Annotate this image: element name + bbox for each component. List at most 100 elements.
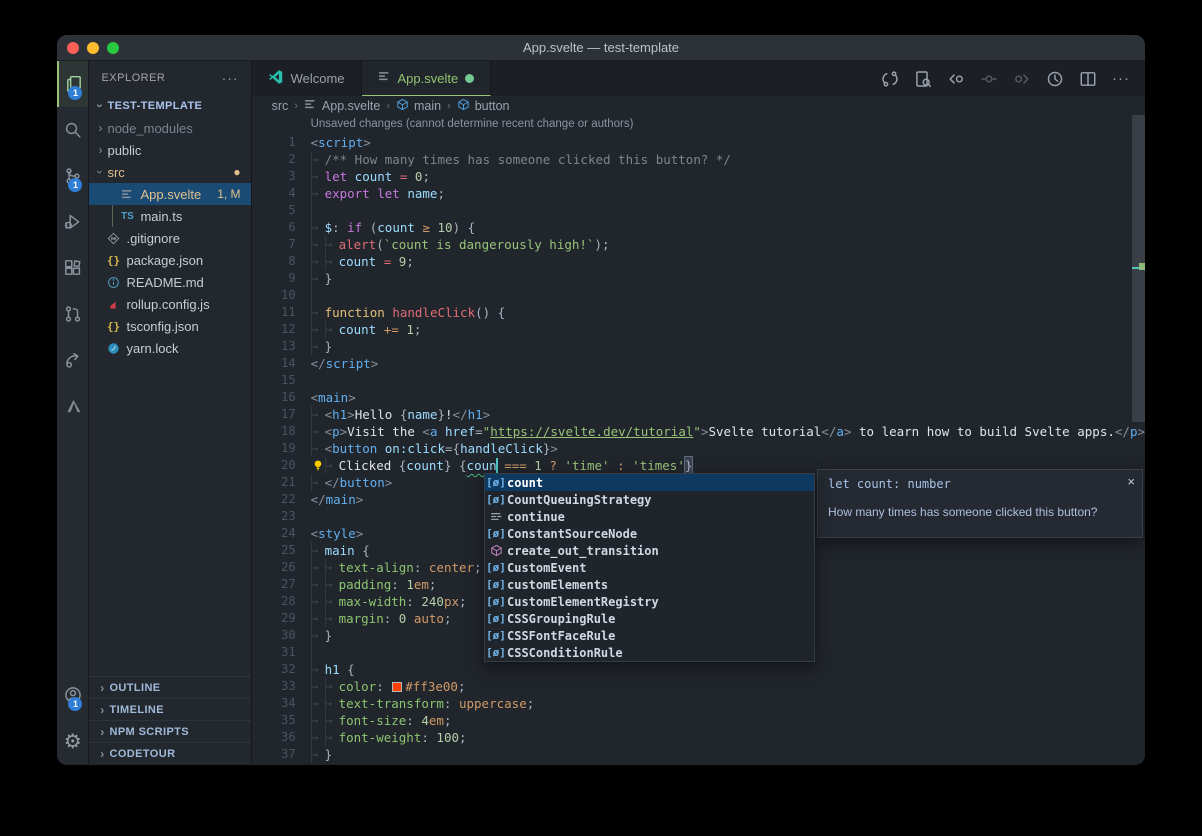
code-line-12[interactable]: 12→→count += 1;	[252, 321, 1145, 338]
code-line-6[interactable]: 6→$: if (count ≥ 10) {	[252, 219, 1145, 236]
suggestion-item-create_out_transition[interactable]: create_out_transition	[485, 542, 814, 559]
suggestion-item-CustomEvent[interactable]: [ø]CustomEvent	[485, 559, 814, 576]
file-row-README.md[interactable]: README.md	[89, 271, 250, 293]
css-color-swatch[interactable]	[392, 682, 402, 692]
activity-item-run-debug[interactable]	[57, 199, 88, 245]
sidebar-title: EXPLORER	[101, 72, 165, 84]
activity-item-live-share[interactable]	[57, 337, 88, 383]
tab-app-svelte[interactable]: App.svelte	[362, 61, 492, 96]
file-row-.gitignore[interactable]: .gitignore	[89, 227, 250, 249]
badge: 1	[68, 86, 82, 100]
suggestion-item-CSSGroupingRule[interactable]: [ø]CSSGroupingRule	[485, 610, 814, 627]
code-line-7[interactable]: 7→→alert(`count is dangerously high!`);	[252, 236, 1145, 253]
panel-header-codetour[interactable]: ›CODETOUR	[89, 742, 250, 764]
line-number: 21	[252, 474, 296, 491]
activity-item-extensions[interactable]	[57, 245, 88, 291]
activity-item-explorer[interactable]: 1	[57, 61, 88, 107]
split-editor-icon[interactable]	[1078, 70, 1098, 88]
activity-item-search[interactable]	[57, 107, 88, 153]
file-row-rollup.config.js[interactable]: rollup.config.js	[89, 293, 250, 315]
line-number: 12	[252, 321, 296, 338]
more-actions-icon[interactable]: ···	[222, 70, 239, 86]
tab-welcome[interactable]: Welcome	[252, 61, 362, 96]
panel-header-npm-scripts[interactable]: ›NPM SCRIPTS	[89, 720, 250, 742]
breadcrumb-item-main[interactable]: main	[396, 98, 441, 114]
file-row-package.json[interactable]: {}package.json	[89, 249, 250, 271]
title-bar[interactable]: App.svelte — test-template	[57, 35, 1145, 61]
file-history-icon[interactable]	[1045, 70, 1065, 88]
variable-symbol-icon: [ø]	[485, 629, 507, 642]
line-number: 13	[252, 338, 296, 355]
code-line-2[interactable]: 2→/** How many times has someone clicked…	[252, 151, 1145, 168]
code-line-32[interactable]: 32→h1 {	[252, 661, 1145, 678]
code-line-11[interactable]: 11→function handleClick() {	[252, 304, 1145, 321]
code-line-33[interactable]: 33→→color: #ff3e00;	[252, 678, 1145, 695]
breadcrumb-item-button[interactable]: button	[457, 98, 510, 114]
code-line-4[interactable]: 4→export let name;	[252, 185, 1145, 202]
code-line-36[interactable]: 36→→font-weight: 100;	[252, 729, 1145, 746]
line-number: 22	[252, 491, 296, 508]
code-line-35[interactable]: 35→→font-size: 4em;	[252, 712, 1145, 729]
lightbulb-icon[interactable]	[311, 459, 325, 472]
close-icon[interactable]: ×	[1127, 474, 1135, 489]
variable-symbol-icon: [ø]	[485, 612, 507, 625]
file-row-main.ts[interactable]: TSmain.ts	[89, 205, 250, 227]
workspace-section-header[interactable]: › TEST-TEMPLATE	[89, 95, 250, 117]
folder-row-public[interactable]: ›public	[89, 139, 250, 161]
item-label: main.ts	[140, 209, 182, 224]
code-line-5[interactable]: 5	[252, 202, 1145, 219]
compare-changes-icon[interactable]	[880, 70, 900, 88]
code-line-15[interactable]: 15	[252, 372, 1145, 389]
code-line-14[interactable]: 14</script>	[252, 355, 1145, 372]
more-actions-icon[interactable]: ···	[1111, 70, 1131, 87]
suggestion-item-CSSConditionRule[interactable]: [ø]CSSConditionRule	[485, 644, 814, 661]
line-number: 23	[252, 508, 296, 525]
code-line-37[interactable]: 37→}	[252, 746, 1145, 763]
chevron-right-icon: ›	[93, 121, 107, 135]
code-line-16[interactable]: 16<main>	[252, 389, 1145, 406]
code-line-8[interactable]: 8→→count = 9;	[252, 253, 1145, 270]
line-number: 14	[252, 355, 296, 372]
variable-symbol-icon: [ø]	[485, 527, 507, 540]
panel-header-outline[interactable]: ›OUTLINE	[89, 676, 250, 698]
panel-header-timeline[interactable]: ›TIMELINE	[89, 698, 250, 720]
file-row-App.svelte[interactable]: App.svelte1, M	[89, 183, 250, 205]
suggestion-item-customElements[interactable]: [ø]customElements	[485, 576, 814, 593]
code-line-17[interactable]: 17→<h1>Hello {name}!</h1>	[252, 406, 1145, 423]
code-line-19[interactable]: 19→<button on:click={handleClick}>	[252, 440, 1145, 457]
activity-item-source-control[interactable]: 1	[57, 153, 88, 199]
previous-change-icon[interactable]	[946, 70, 966, 88]
folder-row-src[interactable]: ›src●	[89, 161, 250, 183]
chevron-right-icon: ›	[95, 747, 109, 761]
code-editor[interactable]: Unsaved changes (cannot determine recent…	[252, 115, 1145, 764]
code-line-1[interactable]: 1<script>	[252, 134, 1145, 151]
activity-item-azure[interactable]	[57, 383, 88, 429]
breadcrumb-item-src[interactable]: src	[272, 99, 289, 113]
activity-item-pull-requests[interactable]	[57, 291, 88, 337]
suggestion-item-CountQueuingStrategy[interactable]: [ø]CountQueuingStrategy	[485, 491, 814, 508]
code-line-9[interactable]: 9→}	[252, 270, 1145, 287]
change-marker-icon[interactable]	[979, 70, 999, 88]
next-change-icon[interactable]	[1012, 70, 1032, 88]
suggestion-item-continue[interactable]: continue	[485, 508, 814, 525]
code-line-13[interactable]: 13→}	[252, 338, 1145, 355]
open-changes-icon[interactable]	[913, 70, 933, 88]
file-row-tsconfig.json[interactable]: {}tsconfig.json	[89, 315, 250, 337]
folder-row-node_modules[interactable]: ›node_modules	[89, 117, 250, 139]
item-label: src	[107, 165, 124, 180]
suggestion-item-CustomElementRegistry[interactable]: [ø]CustomElementRegistry	[485, 593, 814, 610]
suggestion-item-CSSFontFaceRule[interactable]: [ø]CSSFontFaceRule	[485, 627, 814, 644]
breadcrumb[interactable]: src›App.svelte›main›button	[252, 96, 1145, 115]
code-line-18[interactable]: 18→<p>Visit the <a href="https://svelte.…	[252, 423, 1145, 440]
code-line-3[interactable]: 3→let count = 0;	[252, 168, 1145, 185]
code-line-34[interactable]: 34→→text-transform: uppercase;	[252, 695, 1145, 712]
activity-item-settings[interactable]: ⚙	[57, 718, 88, 764]
code-line-10[interactable]: 10	[252, 287, 1145, 304]
breadcrumb-item-app-svelte[interactable]: App.svelte	[304, 98, 380, 114]
suggestion-item-count[interactable]: [ø]count	[485, 474, 814, 491]
activity-item-accounts[interactable]: 1	[57, 672, 88, 718]
suggestion-item-ConstantSourceNode[interactable]: [ø]ConstantSourceNode	[485, 525, 814, 542]
file-row-yarn.lock[interactable]: yarn.lock	[89, 337, 250, 359]
editor-scrollbar[interactable]	[1132, 115, 1145, 764]
modified-dot-icon	[465, 74, 474, 83]
